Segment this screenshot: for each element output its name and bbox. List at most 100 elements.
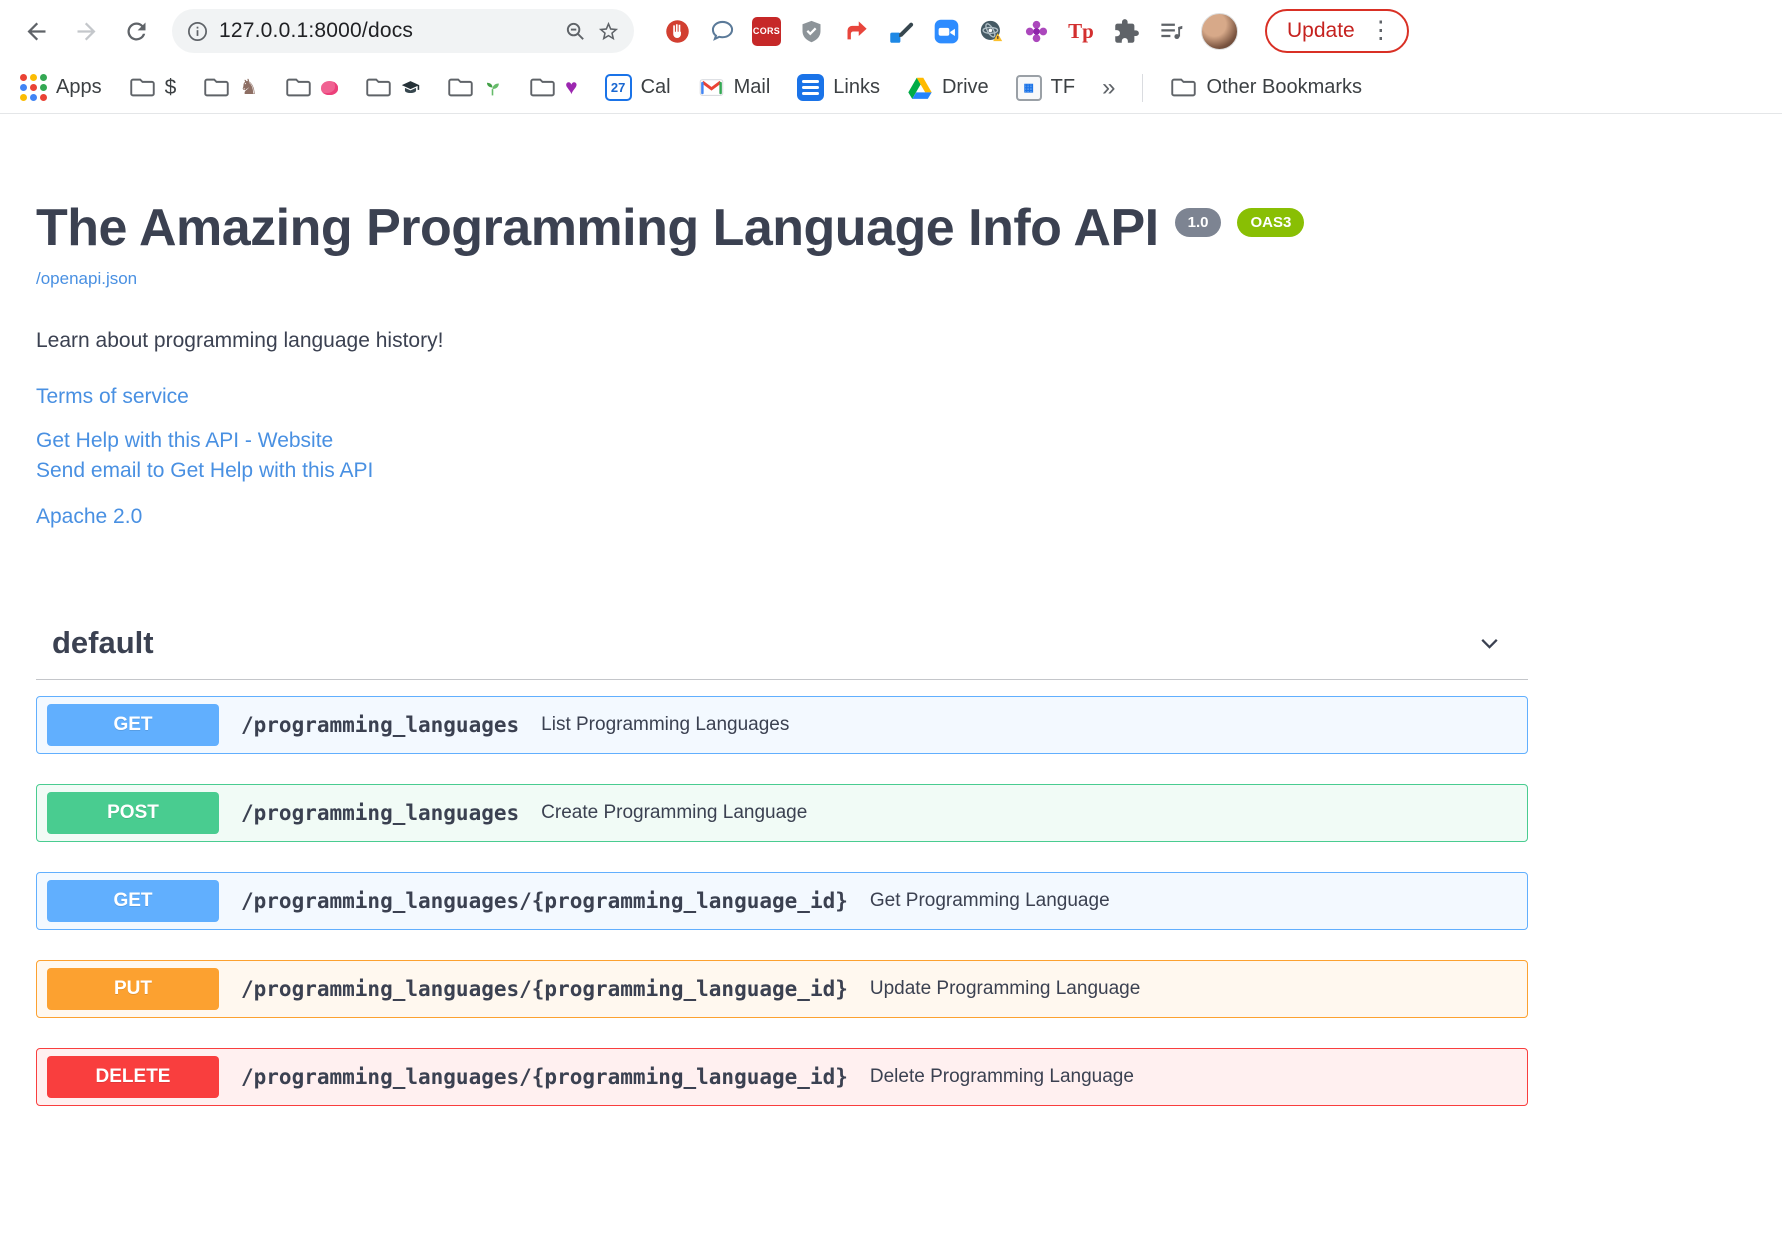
cors-icon[interactable]: CORS: [752, 16, 781, 46]
forward-button[interactable]: [64, 9, 108, 53]
folder-icon: [366, 78, 391, 97]
endpoint-summary: Update Programming Language: [869, 978, 1141, 1000]
content-blocker-icon[interactable]: [662, 16, 692, 46]
update-button[interactable]: Update ⋮: [1265, 9, 1409, 53]
bookmarks-overflow-chevron[interactable]: »: [1102, 74, 1115, 102]
horse-emoji-icon: ♞: [239, 76, 259, 99]
chat-bubble-icon[interactable]: [707, 16, 737, 46]
bookmark-label: Apps: [56, 76, 102, 98]
bookmark-drive[interactable]: Drive: [907, 75, 989, 101]
drive-icon: [908, 77, 932, 99]
bookmark-folder-horse[interactable]: ♞: [203, 74, 258, 101]
bookmark-other-bookmarks[interactable]: Other Bookmarks: [1170, 74, 1362, 101]
endpoint-path: /programming_languages: [241, 713, 520, 738]
endpoint-put-update-language[interactable]: PUT /programming_languages/{programming_…: [36, 960, 1528, 1019]
page-title: The Amazing Programming Language Info AP…: [36, 199, 1159, 257]
science-warning-icon[interactable]: [976, 16, 1006, 46]
method-badge: DELETE: [47, 1056, 219, 1099]
endpoint-path: /programming_languages/{programming_lang…: [241, 977, 848, 1002]
calendar-icon: 27: [604, 74, 632, 101]
bookmark-label: Mail: [733, 76, 771, 98]
purple-heart-emoji-icon: ♥: [565, 76, 578, 99]
bookmark-links[interactable]: Links: [797, 74, 880, 101]
bookmark-folder-seedling[interactable]: [447, 74, 502, 101]
endpoint-summary: Get Programming Language: [869, 890, 1110, 912]
folder-icon: [1171, 78, 1197, 97]
terms-of-service-link[interactable]: Terms of service: [36, 385, 1782, 409]
bookmark-star-icon[interactable]: [597, 20, 620, 43]
swagger-ui-page: The Amazing Programming Language Info AP…: [0, 114, 1782, 1107]
bookmark-tf[interactable]: ▦ TF: [1015, 74, 1076, 101]
reload-button[interactable]: [114, 9, 158, 53]
api-title-row: The Amazing Programming Language Info AP…: [36, 199, 1782, 257]
bookmark-label: Drive: [941, 76, 989, 98]
zoom-out-icon[interactable]: [564, 20, 587, 43]
tag-section-default[interactable]: default: [36, 625, 1528, 681]
gmail-icon: [699, 79, 723, 96]
extensions-row: CORS Tp Update ⋮: [662, 9, 1768, 53]
bookmark-label: Cal: [640, 76, 671, 98]
share-arrow-icon[interactable]: [841, 16, 871, 46]
video-call-icon[interactable]: [931, 16, 961, 46]
bookmark-label: TF: [1050, 76, 1076, 98]
back-button[interactable]: [14, 9, 58, 53]
endpoint-summary: Delete Programming Language: [869, 1066, 1134, 1088]
endpoint-delete-language[interactable]: DELETE /programming_languages/{programmi…: [36, 1048, 1528, 1107]
help-website-link[interactable]: Get Help with this API - Website: [36, 429, 1782, 453]
method-badge: POST: [47, 792, 219, 835]
version-badge: 1.0: [1174, 208, 1222, 237]
bookmark-apps[interactable]: Apps: [20, 74, 102, 101]
method-badge: GET: [47, 704, 219, 747]
extensions-puzzle-icon[interactable]: [1111, 16, 1141, 46]
method-badge: PUT: [47, 968, 219, 1011]
endpoint-path: /programming_languages/{programming_lang…: [241, 1065, 848, 1090]
bookmark-folder-brain[interactable]: [285, 74, 339, 101]
tp-extension-icon[interactable]: Tp: [1066, 16, 1096, 46]
update-label: Update: [1287, 19, 1355, 42]
site-info-icon[interactable]: [186, 20, 209, 43]
forward-icon: [77, 22, 95, 40]
endpoint-summary: Create Programming Language: [541, 802, 808, 824]
folder-icon: [204, 78, 229, 97]
media-queue-icon[interactable]: [1156, 16, 1186, 46]
bookmark-label: Other Bookmarks: [1206, 76, 1363, 98]
privacy-shield-icon[interactable]: [796, 16, 826, 46]
bookmark-label: Links: [833, 76, 880, 98]
apps-grid-icon: [20, 74, 47, 101]
profile-avatar[interactable]: [1201, 12, 1238, 50]
endpoint-path: /programming_languages: [241, 801, 520, 826]
bookmark-calendar[interactable]: 27 Cal: [604, 74, 671, 101]
flower-icon[interactable]: [1021, 16, 1051, 46]
brain-emoji-icon: [321, 80, 339, 95]
folder-icon: [530, 78, 555, 97]
address-bar[interactable]: 127.0.0.1:8000/docs: [172, 9, 634, 53]
graduation-cap-emoji-icon: [401, 81, 420, 94]
help-email-link[interactable]: Send email to Get Help with this API: [36, 459, 1782, 483]
bookmark-folder-purple-heart[interactable]: ♥: [529, 74, 578, 101]
api-description: Learn about programming language history…: [36, 329, 444, 353]
oas3-badge: OAS3: [1237, 208, 1305, 237]
folder-icon: [448, 78, 473, 97]
endpoint-get-language-by-id[interactable]: GET /programming_languages/{programming_…: [36, 872, 1528, 931]
url-text: 127.0.0.1:8000/docs: [219, 19, 414, 42]
bookmark-mail[interactable]: Mail: [698, 74, 771, 101]
folder-icon: [129, 78, 155, 97]
endpoint-post-create-language[interactable]: POST /programming_languages Create Progr…: [36, 784, 1528, 843]
endpoint-get-list-languages[interactable]: GET /programming_languages List Programm…: [36, 696, 1528, 755]
back-icon: [27, 22, 45, 40]
browser-toolbar: 127.0.0.1:8000/docs CORS Tp Update ⋮: [0, 0, 1782, 62]
license-link[interactable]: Apache 2.0: [36, 505, 1782, 529]
tf-doc-icon: ▦: [1015, 74, 1042, 101]
endpoint-summary: List Programming Languages: [541, 714, 790, 736]
folder-icon: [286, 78, 311, 97]
seedling-emoji-icon: [487, 82, 499, 96]
openapi-json-link[interactable]: /openapi.json: [36, 269, 137, 289]
color-picker-icon[interactable]: [886, 16, 916, 46]
bookmarks-divider: [1142, 73, 1144, 102]
bookmark-folder-graduation[interactable]: [365, 74, 420, 101]
dollar-emoji-icon: $: [164, 76, 177, 99]
method-badge: GET: [47, 880, 219, 923]
chevron-down-icon[interactable]: [1477, 631, 1502, 656]
kebab-menu-icon[interactable]: ⋮: [1365, 19, 1397, 43]
bookmark-folder-dollar[interactable]: $: [129, 74, 177, 101]
